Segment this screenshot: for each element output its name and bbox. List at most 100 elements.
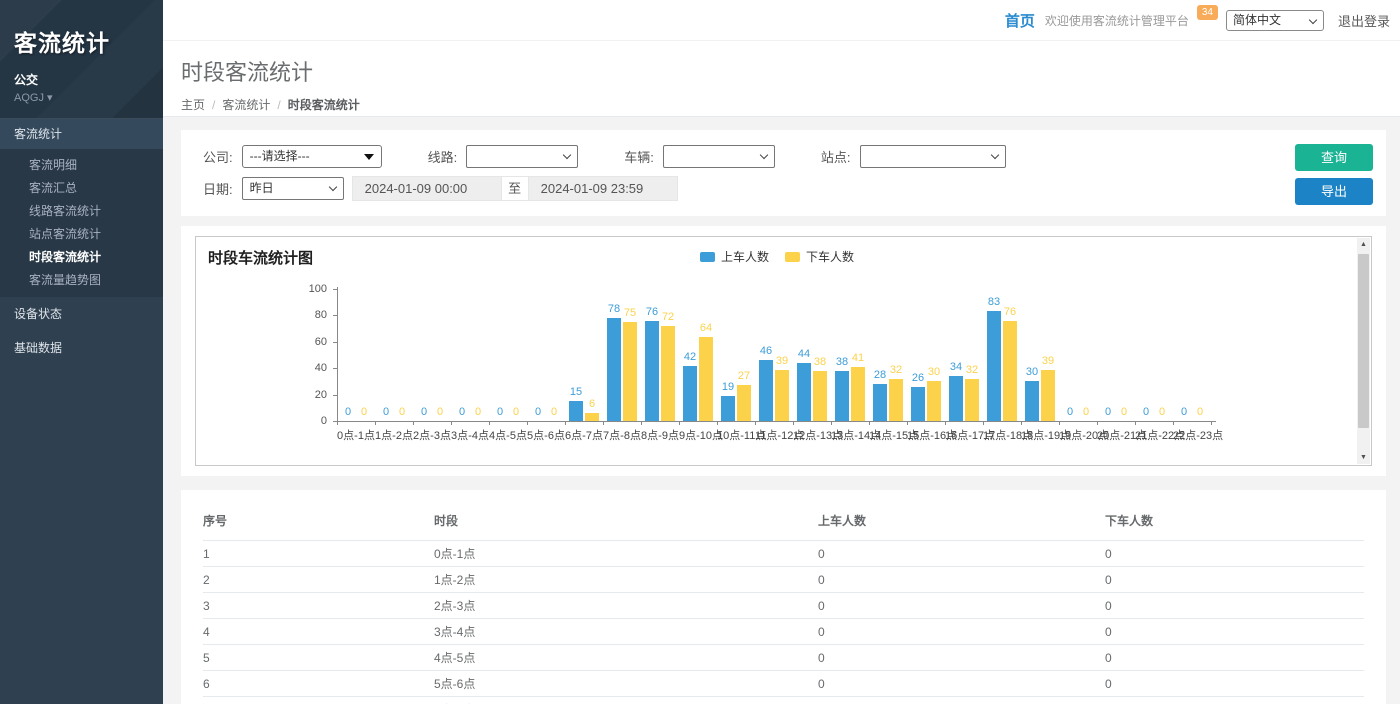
date-end-input[interactable]: 2024-01-09 23:59 — [529, 177, 677, 200]
x-category-label: 15点-16点 — [907, 427, 945, 443]
breadcrumb-separator: / — [212, 98, 215, 112]
bar-下车人数-12 — [813, 371, 827, 421]
bar-value-label: 32 — [959, 364, 985, 376]
bar-上车人数-12 — [797, 363, 811, 421]
bar-下车人数-7 — [623, 322, 637, 421]
main-area: 首页 欢迎使用客流统计管理平台 34 简体中文 退出登录 时段客流统计 主页/客… — [163, 0, 1400, 704]
filter-panel: 公司: ---请选择--- 线路: 车辆: 站点: — [181, 130, 1386, 216]
org-code-dropdown[interactable]: AQGJ ▾ — [14, 91, 149, 104]
x-category-label: 5点-6点 — [527, 427, 565, 443]
scrollbar-down-arrow-icon[interactable]: ▼ — [1357, 451, 1370, 464]
x-tick-mark — [831, 421, 832, 425]
sidebar-item-period-passenger-stats[interactable]: 时段客流统计 — [0, 246, 163, 269]
table-cell: 0 — [818, 541, 1105, 567]
export-button[interactable]: 导出 — [1295, 178, 1373, 205]
bar-上车人数-8 — [645, 321, 659, 421]
table-cell: 0 — [818, 567, 1105, 593]
table-row: 43点-4点00 — [203, 619, 1364, 645]
bar-上车人数-11 — [759, 360, 773, 421]
x-tick-mark — [1135, 421, 1136, 425]
x-category-label: 1点-2点 — [375, 427, 413, 443]
bar-value-label: 39 — [1035, 355, 1061, 367]
scrollbar-thumb[interactable] — [1358, 254, 1369, 428]
scrollbar-up-arrow-icon[interactable]: ▲ — [1357, 238, 1370, 251]
x-category-label: 22点-23点 — [1173, 427, 1211, 443]
welcome-text: 欢迎使用客流统计管理平台 — [1045, 12, 1189, 29]
breadcrumb-item[interactable]: 客流统计 — [222, 98, 270, 112]
sidebar-item-route-passenger-stats[interactable]: 线路客流统计 — [0, 200, 163, 223]
x-category-label: 21点-22点 — [1135, 427, 1173, 443]
breadcrumb: 主页/客流统计/时段客流统计 — [181, 96, 1400, 113]
x-category-label: 11点-12点 — [755, 427, 793, 443]
x-tick-mark — [755, 421, 756, 425]
bar-value-label: 27 — [731, 370, 757, 382]
y-tick-label: 40 — [297, 362, 327, 374]
bar-下车人数-18 — [1041, 370, 1055, 421]
bar-上车人数-15 — [911, 387, 925, 421]
table-cell: 0 — [818, 671, 1105, 697]
bar-上车人数-9 — [683, 366, 697, 421]
x-category-label: 9点-10点 — [679, 427, 717, 443]
date-label: 日期: — [203, 179, 233, 198]
company-select[interactable]: ---请选择--- — [242, 145, 382, 168]
sidebar-item-passenger-stats[interactable]: 客流统计 — [0, 119, 163, 149]
x-tick-mark — [793, 421, 794, 425]
x-axis-line — [337, 421, 1216, 422]
bar-下车人数-14 — [889, 379, 903, 421]
table-row: 10点-1点00 — [203, 541, 1364, 567]
table-cell: 0 — [1105, 645, 1364, 671]
breadcrumb-item[interactable]: 主页 — [181, 98, 205, 112]
y-tick-mark — [333, 289, 337, 290]
date-range-select[interactable]: 昨日 — [242, 177, 344, 200]
app-title: 客流统计 — [14, 24, 149, 58]
sidebar-item-device-status[interactable]: 设备状态 — [0, 297, 163, 331]
period-stats-table: 序号时段上车人数下车人数 10点-1点0021点-2点0032点-3点0043点… — [203, 505, 1364, 704]
table-row: 21点-2点00 — [203, 567, 1364, 593]
date-start-input[interactable]: 2024-01-09 00:00 — [353, 177, 501, 200]
bar-value-label: 76 — [997, 306, 1023, 318]
y-tick-label: 20 — [297, 389, 327, 401]
x-tick-mark — [337, 421, 338, 425]
table-header-cell: 时段 — [434, 505, 818, 541]
table-cell: 0 — [1105, 593, 1364, 619]
language-select[interactable]: 简体中文 — [1226, 10, 1324, 31]
vehicle-select[interactable] — [663, 145, 775, 168]
x-category-label: 12点-13点 — [793, 427, 831, 443]
table-panel: 序号时段上车人数下车人数 10点-1点0021点-2点0032点-3点0043点… — [181, 490, 1386, 704]
x-category-label: 18点-19点 — [1021, 427, 1059, 443]
sidebar-item-passenger-trend-chart[interactable]: 客流量趋势图 — [0, 269, 163, 292]
bar-下车人数-11 — [775, 370, 789, 421]
home-link[interactable]: 首页 — [1005, 10, 1035, 31]
sidebar: 客流统计 公交 AQGJ ▾ 客流统计客流明细客流汇总线路客流统计站点客流统计时… — [0, 0, 163, 704]
sidebar-item-passenger-detail[interactable]: 客流明细 — [0, 154, 163, 177]
logout-link[interactable]: 退出登录 — [1338, 11, 1390, 30]
station-select[interactable] — [860, 145, 1006, 168]
x-tick-mark — [945, 421, 946, 425]
x-tick-mark — [1173, 421, 1174, 425]
notification-badge[interactable]: 34 — [1197, 5, 1218, 20]
y-tick-label: 0 — [297, 415, 327, 427]
bar-下车人数-9 — [699, 337, 713, 421]
y-tick-label: 60 — [297, 336, 327, 348]
table-header-row: 序号时段上车人数下车人数 — [203, 505, 1364, 541]
bar-下车人数-13 — [851, 367, 865, 421]
x-tick-mark — [717, 421, 718, 425]
y-tick-label: 80 — [297, 309, 327, 321]
query-button[interactable]: 查询 — [1295, 144, 1373, 171]
bar-上车人数-10 — [721, 396, 735, 421]
bar-value-label: 72 — [655, 311, 681, 323]
sidebar-item-base-data[interactable]: 基础数据 — [0, 331, 163, 365]
bar-下车人数-16 — [965, 379, 979, 421]
x-category-label: 3点-4点 — [451, 427, 489, 443]
date-to-label: 至 — [501, 177, 529, 200]
sidebar-item-passenger-summary[interactable]: 客流汇总 — [0, 177, 163, 200]
company-select-value: ---请选择--- — [250, 149, 310, 163]
y-tick-label: 100 — [297, 283, 327, 295]
sidebar-item-station-passenger-stats[interactable]: 站点客流统计 — [0, 223, 163, 246]
table-cell: 0点-1点 — [434, 541, 818, 567]
table-cell: 0 — [818, 619, 1105, 645]
breadcrumb-separator: / — [277, 98, 280, 112]
route-select[interactable] — [466, 145, 578, 168]
x-tick-mark — [1021, 421, 1022, 425]
y-tick-mark — [333, 342, 337, 343]
